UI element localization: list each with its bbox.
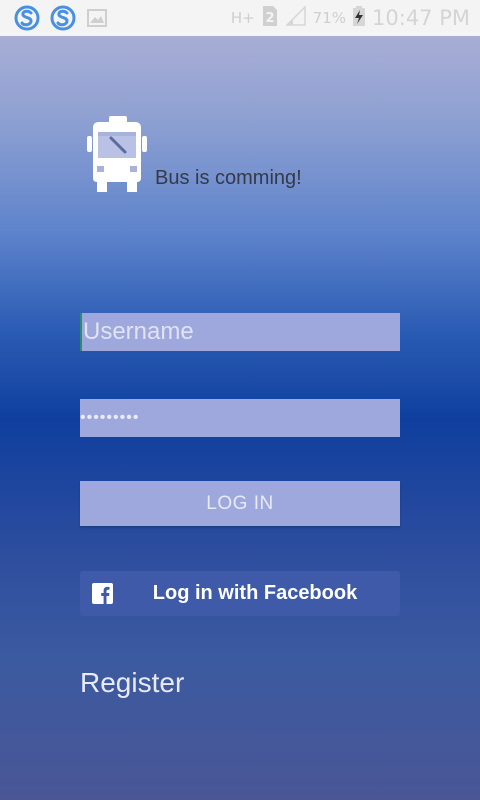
signal-strength-icon [284, 4, 307, 32]
register-link[interactable]: Register [80, 667, 184, 699]
login-button[interactable]: LOG IN [80, 481, 400, 526]
status-notifications [14, 5, 108, 31]
app-notification-icon [14, 5, 40, 31]
app-header: Bus is comming! [85, 116, 302, 192]
bus-icon [85, 116, 151, 192]
status-indicators: H+ 2 71% 10:47 PM [230, 4, 470, 32]
network-type-label: H+ [230, 9, 255, 27]
battery-percent-label: 71% [312, 9, 347, 27]
password-masked-value: ••••••••• [80, 409, 140, 426]
app-notification-icon [50, 5, 76, 31]
battery-charging-icon [352, 5, 366, 32]
app-title: Bus is comming! [155, 167, 302, 189]
username-input[interactable] [80, 313, 400, 351]
status-bar: H+ 2 71% 10:47 PM [0, 0, 480, 36]
sim-number-label: 2 [265, 11, 274, 26]
sim-icon: 2 [261, 5, 279, 32]
password-input[interactable]: ••••••••• [80, 399, 400, 437]
facebook-login-button[interactable]: Log in with Facebook [80, 571, 400, 616]
image-notification-icon [86, 7, 108, 29]
clock: 10:47 PM [372, 6, 470, 30]
facebook-button-label: Log in with Facebook [152, 582, 358, 604]
login-button-label: LOG IN [206, 492, 274, 514]
